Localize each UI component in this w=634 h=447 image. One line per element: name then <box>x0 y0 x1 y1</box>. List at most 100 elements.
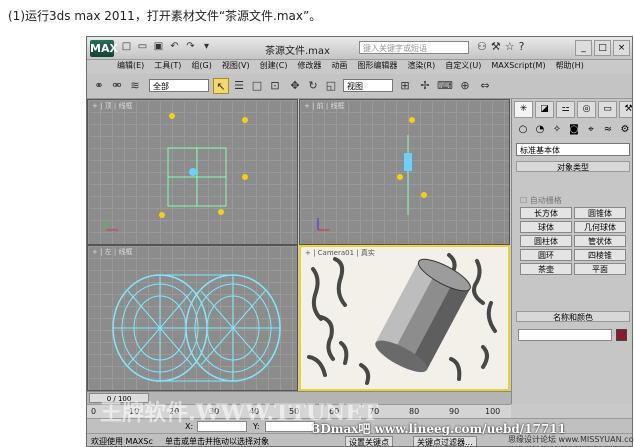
undo-icon[interactable]: ↶ <box>168 40 181 53</box>
lights-icon[interactable]: ✧ <box>550 123 564 137</box>
menu-group[interactable]: 组(G) <box>191 59 211 73</box>
rect-selection-icon[interactable]: □ <box>249 78 265 94</box>
select-move-icon[interactable]: ✥ <box>287 78 303 94</box>
systems-icon[interactable]: ⚙ <box>618 123 632 137</box>
cylinder-button[interactable]: 圆柱体 <box>520 235 572 247</box>
modify-tab-icon[interactable]: ◪ <box>535 101 554 118</box>
title-bar: MAX □ ▭ ▣ ↶ ↷ ▾ 茶源文件.max 键入关键字或短语 ⚇ ⚒ ☆ … <box>87 37 632 60</box>
object-color-swatch[interactable] <box>616 329 627 341</box>
new-file-icon[interactable]: □ <box>120 40 133 53</box>
window-crossing-icon[interactable]: ⊡ <box>267 78 283 94</box>
open-file-icon[interactable]: ▭ <box>136 40 149 53</box>
key-filters-button[interactable]: 关键点过滤器... <box>413 436 477 446</box>
binoculars-icon[interactable]: ⚇ <box>477 40 487 53</box>
unlink-icon[interactable]: ⚮ <box>109 78 125 94</box>
create-tab-icon[interactable]: ✳ <box>514 101 533 118</box>
helpers-icon[interactable]: ⌖ <box>584 123 598 137</box>
select-manipulate-icon[interactable]: ✢ <box>417 78 433 94</box>
hierarchy-tab-icon[interactable]: ⚍ <box>556 101 575 118</box>
object-category-dropdown[interactable]: 标准基本体 <box>516 143 630 156</box>
box-button[interactable]: 长方体 <box>520 207 572 219</box>
autogrid-checkbox[interactable]: ☐ 自动栅格 <box>520 195 562 206</box>
time-slider-bar: 0 / 100 <box>87 391 511 404</box>
time-slider[interactable]: 0 / 100 <box>89 393 149 403</box>
menu-rendering[interactable]: 渲染(R) <box>407 59 435 73</box>
top-view-scene <box>105 113 248 231</box>
y-coordinate-field[interactable] <box>265 421 315 432</box>
shapes-icon[interactable]: ◔ <box>533 123 547 137</box>
menu-modifiers[interactable]: 修改器 <box>297 59 321 73</box>
geometry-icon[interactable]: ○ <box>516 123 530 137</box>
reference-coordinate-dropdown[interactable]: 视图 <box>343 79 393 92</box>
menu-customize[interactable]: 自定义(U) <box>445 59 481 73</box>
maximize-button[interactable]: □ <box>594 40 611 56</box>
track-bar[interactable]: 0 10 20 30 40 50 60 70 80 90 100 <box>87 404 511 419</box>
set-key-button[interactable]: 设置关键点 <box>345 436 393 446</box>
dropdown-arrow-icon[interactable]: ▾ <box>200 40 213 53</box>
redo-icon[interactable]: ↷ <box>184 40 197 53</box>
menu-tools[interactable]: 工具(T) <box>154 59 181 73</box>
keyboard-shortcut-icon[interactable]: ⌨ <box>437 78 453 94</box>
menu-edit[interactable]: 编辑(E) <box>117 59 144 73</box>
checkbox-icon: ☐ <box>520 196 528 205</box>
teapot-button[interactable]: 茶壶 <box>520 263 572 275</box>
save-file-icon[interactable]: ▣ <box>152 40 165 53</box>
close-button[interactable]: × <box>613 40 630 56</box>
spacewarps-icon[interactable]: ≈ <box>601 123 615 137</box>
cameras-icon[interactable]: ◙ <box>567 123 581 137</box>
menu-help[interactable]: 帮助(H) <box>556 59 584 73</box>
bind-spacewarp-icon[interactable]: ≋ <box>127 78 143 94</box>
app-logo-button[interactable]: MAX <box>90 40 118 57</box>
viewport-front[interactable]: + | 前 | 线框 <box>299 99 510 245</box>
menu-views[interactable]: 视图(V) <box>222 59 250 73</box>
sphere-button[interactable]: 球体 <box>520 221 572 233</box>
menu-animation[interactable]: 动画 <box>331 59 347 73</box>
coordinate-bar: X: Y: <box>87 418 632 434</box>
pyramid-button[interactable]: 四棱锥 <box>574 249 626 261</box>
ruler-tick: 0 <box>91 407 97 416</box>
perspective-scene <box>307 253 497 385</box>
select-rotate-icon[interactable]: ↻ <box>305 78 321 94</box>
rollout-name-color[interactable]: 名称和颜色 <box>516 311 630 322</box>
front-view-scene <box>317 117 427 231</box>
utilities-tab-icon[interactable]: ⚒ <box>619 101 632 118</box>
geosphere-button[interactable]: 几何球体 <box>574 221 626 233</box>
select-object-icon[interactable]: ↖ <box>213 78 229 94</box>
infocenter-icons: ⚇ ⚒ ☆ ? <box>477 40 524 53</box>
object-name-field[interactable] <box>518 329 612 341</box>
star-icon[interactable]: ☆ <box>505 40 515 53</box>
quick-access-toolbar: □ ▭ ▣ ↶ ↷ ▾ <box>120 40 213 53</box>
minimize-button[interactable]: _ <box>575 40 592 56</box>
tools-icon[interactable]: ⚒ <box>491 40 501 53</box>
motion-tab-icon[interactable]: ◎ <box>577 101 596 118</box>
create-category-icons: ○ ◔ ✧ ◙ ⌖ ≈ ⚙ <box>516 123 632 137</box>
selection-filter-dropdown[interactable]: 全部 <box>149 79 209 92</box>
ruler-tick: 30 <box>209 407 220 416</box>
snaps-toggle-icon[interactable]: ⊕ <box>457 78 473 94</box>
select-by-name-icon[interactable]: ☰ <box>231 78 247 94</box>
pivot-center-icon[interactable]: ⊞ <box>397 78 413 94</box>
cone-button[interactable]: 圆锥体 <box>574 207 626 219</box>
plane-button[interactable]: 平面 <box>574 263 626 275</box>
help-icon[interactable]: ? <box>519 40 525 53</box>
mirror-icon[interactable]: ⇔ <box>477 78 493 94</box>
maxscript-listener[interactable]: 欢迎使用 MAXSc <box>91 436 153 446</box>
tube-button[interactable]: 管状体 <box>574 235 626 247</box>
menu-maxscript[interactable]: MAXScript(M) <box>491 59 545 73</box>
torus-button[interactable]: 圆环 <box>520 249 572 261</box>
ruler-tick: 70 <box>369 407 380 416</box>
viewport-top[interactable]: + | 顶 | 线框 <box>87 99 298 245</box>
menu-graph-editors[interactable]: 图形编辑器 <box>357 59 397 73</box>
viewport-left[interactable]: + | 左 | 线框 <box>87 245 298 391</box>
x-coordinate-field[interactable] <box>197 421 247 432</box>
menu-create[interactable]: 创建(C) <box>260 59 288 73</box>
x-label: X: <box>185 422 194 431</box>
link-icon[interactable]: ⚭ <box>91 78 107 94</box>
select-scale-icon[interactable]: ◱ <box>323 78 339 94</box>
ruler-tick: 90 <box>449 407 460 416</box>
search-input[interactable]: 键入关键字或短语 <box>359 41 469 54</box>
viewport-perspective[interactable]: + | Camera01 | 真实 <box>299 245 510 391</box>
ruler-tick: 20 <box>169 407 180 416</box>
display-tab-icon[interactable]: ▭ <box>598 101 617 118</box>
rollout-object-type[interactable]: 对象类型 <box>516 161 630 172</box>
